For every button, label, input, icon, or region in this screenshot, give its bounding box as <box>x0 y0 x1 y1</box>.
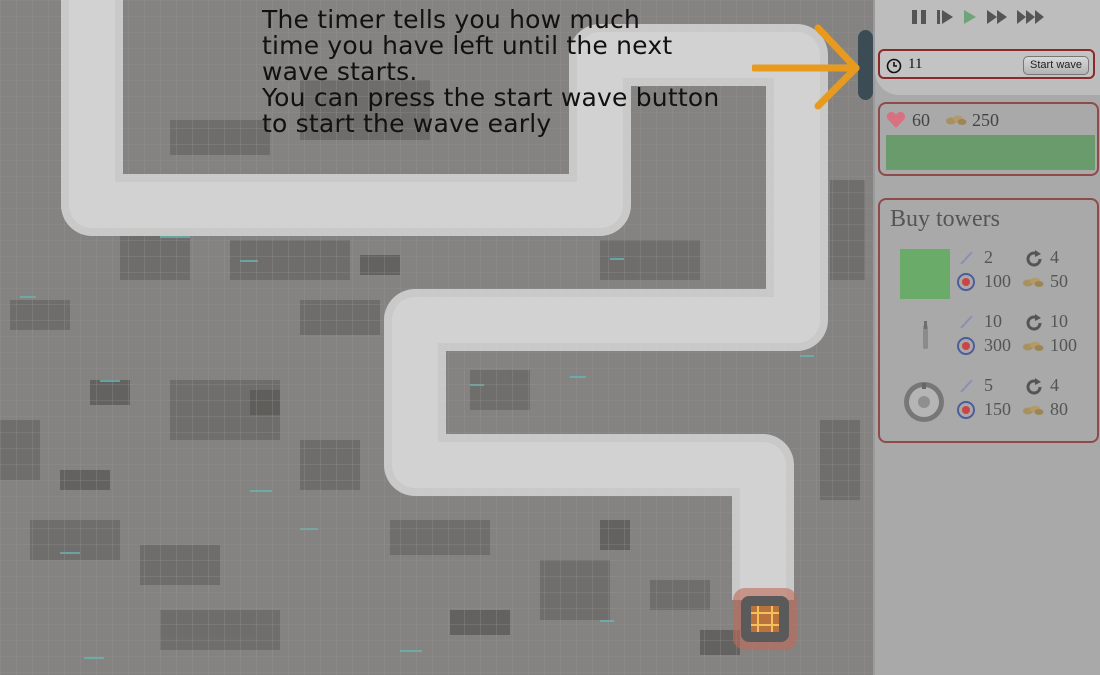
tower-option-orb[interactable]: 5 4 150 80 <box>880 374 1097 434</box>
pause-icon[interactable] <box>910 7 928 27</box>
tower-damage: 10 <box>984 311 1002 331</box>
sidebar: 11 Start wave 60 250 Buy towers 2 4 100 <box>873 0 1100 675</box>
health-bar <box>886 135 1095 170</box>
needle-tower-icon <box>923 321 928 349</box>
gold-icon <box>1023 341 1044 351</box>
tower-cost: 50 <box>1050 271 1068 291</box>
tower-option-needle[interactable]: 10 10 300 100 <box>880 310 1097 370</box>
tower-cooldown: 4 <box>1050 375 1059 395</box>
tower-damage: 2 <box>984 247 993 267</box>
tower-cooldown: 10 <box>1050 311 1068 331</box>
tower-shop: Buy towers 2 4 100 50 10 10 300 100 5 4 … <box>878 198 1099 443</box>
lives-value: 60 <box>912 110 930 130</box>
timer-value: 11 <box>908 56 923 72</box>
cooldown-icon <box>1026 250 1042 267</box>
tower-range: 300 <box>984 335 1011 355</box>
play-icon[interactable] <box>962 7 978 27</box>
damage-icon <box>960 379 973 393</box>
heart-icon <box>886 112 906 128</box>
range-icon <box>957 337 975 355</box>
shop-title: Buy towers <box>890 206 1000 232</box>
tower-option-green-block[interactable]: 2 4 100 50 <box>880 246 1097 306</box>
status-panel: 60 250 <box>878 102 1099 176</box>
range-icon <box>957 273 975 291</box>
step-icon[interactable] <box>936 7 954 27</box>
tower-cost: 100 <box>1050 335 1077 355</box>
tower-cost: 80 <box>1050 399 1068 419</box>
speed-strip: 11 Start wave <box>875 0 1100 95</box>
clock-icon <box>886 58 902 74</box>
tower-cooldown: 4 <box>1050 247 1059 267</box>
cooldown-icon <box>1026 314 1042 331</box>
fast-forward-icon[interactable] <box>986 7 1008 27</box>
tower-range: 150 <box>984 399 1011 419</box>
tutorial-line: to start the wave early <box>262 109 552 138</box>
gold-value: 250 <box>972 110 999 130</box>
start-wave-button[interactable]: Start wave <box>1023 56 1089 75</box>
green-block-tower-icon <box>900 249 950 299</box>
range-icon <box>957 401 975 419</box>
tower-damage: 5 <box>984 375 993 395</box>
game-map[interactable]: The timer tells you how much time you ha… <box>0 0 873 675</box>
cooldown-icon <box>1026 378 1042 395</box>
speed-controls <box>910 7 1046 27</box>
damage-icon <box>960 315 973 329</box>
fastest-forward-icon[interactable] <box>1016 7 1046 27</box>
gold-icon <box>1023 277 1044 287</box>
damage-icon <box>960 251 973 265</box>
tower-range: 100 <box>984 271 1011 291</box>
wave-timer: 11 Start wave <box>878 49 1095 79</box>
gold-icon <box>1023 405 1044 415</box>
gold-icon <box>946 115 967 125</box>
tutorial-arrow-icon <box>752 24 860 110</box>
orb-tower-icon <box>904 382 944 422</box>
base-goal <box>733 588 797 650</box>
